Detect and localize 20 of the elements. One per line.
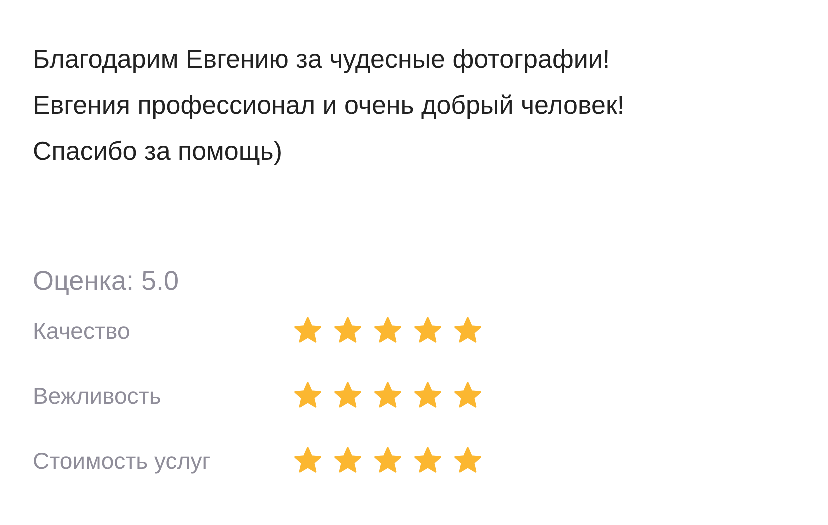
star-icon — [453, 316, 483, 346]
criterion-label: Стоимость услуг — [33, 448, 212, 474]
rating-summary: Оценка: 5.0 — [33, 266, 180, 297]
criterion-label: Качество — [33, 318, 132, 344]
star-icon — [293, 316, 323, 346]
star-icon — [413, 316, 443, 346]
star-icon — [373, 316, 403, 346]
star-icon — [453, 446, 483, 476]
star-icon — [293, 446, 323, 476]
star-icon — [413, 446, 443, 476]
star-icon — [453, 381, 483, 411]
star-icon — [293, 381, 323, 411]
star-icon — [333, 381, 363, 411]
star-icon — [373, 446, 403, 476]
star-icon — [373, 381, 403, 411]
star-icon — [333, 316, 363, 346]
criterion-label: Вежливость — [33, 382, 162, 410]
star-icon — [413, 381, 443, 411]
star-icon — [333, 446, 363, 476]
review-text: Благодарим Евгению за чудесные фотографии! Евгения профессионал и очень добрый человек! Спасибо за помощь) — [33, 43, 626, 168]
